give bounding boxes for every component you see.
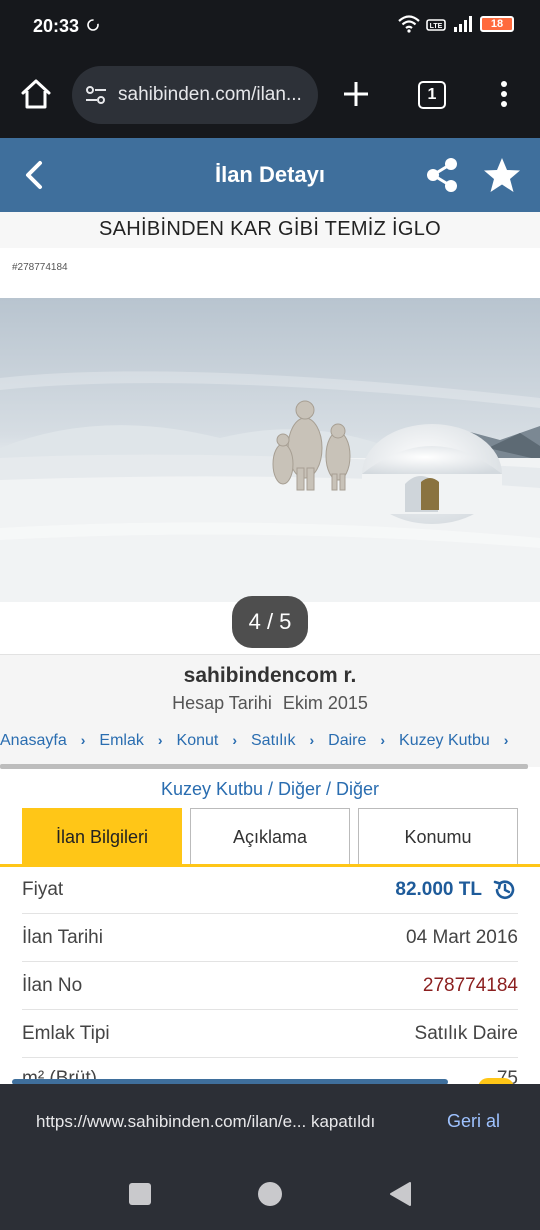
battery-icon: 18	[480, 16, 514, 32]
undo-button[interactable]: Geri al	[447, 1111, 500, 1132]
info-row-property-type: Emlak Tipi Satılık Daire	[22, 1010, 518, 1058]
snackbar: https://www.sahibinden.com/ilan/e... kap…	[0, 1084, 540, 1160]
signal-icon	[454, 16, 472, 32]
seller-name[interactable]: sahibindencom r.	[0, 664, 540, 688]
app-header: İlan Detayı	[0, 138, 540, 212]
share-icon[interactable]	[424, 156, 460, 194]
info-label: İlan No	[22, 975, 83, 996]
status-bar: 20:33 LTE 18	[0, 0, 540, 52]
browser-toolbar: sahibinden.com/ilan... 1	[0, 52, 540, 138]
breadcrumb-item-daire[interactable]: Daire	[328, 732, 366, 754]
igloo-photo-image	[0, 298, 540, 602]
info-row-price: Fiyat 82.000 TL	[22, 866, 518, 914]
info-value: 04 Mart 2016	[406, 927, 518, 948]
breadcrumb: Anasayfa › Emlak › Konut › Satılık › Dai…	[0, 732, 540, 754]
history-icon[interactable]	[492, 877, 518, 903]
recents-icon[interactable]	[129, 1183, 151, 1205]
chevron-right-icon: ›	[80, 732, 86, 748]
volte-icon: LTE	[426, 19, 446, 31]
tabs-icon[interactable]: 1	[418, 81, 446, 109]
photo-counter: 4 / 5	[232, 596, 308, 648]
price-value: 82.000 TL	[395, 879, 482, 900]
listing-photo[interactable]	[0, 298, 540, 602]
sync-icon	[87, 19, 99, 31]
status-icons: LTE 18	[398, 14, 514, 34]
plus-icon[interactable]	[340, 78, 372, 110]
account-since: Hesap Tarihi Ekim 2015	[0, 693, 540, 714]
breadcrumb-scrollbar[interactable]	[0, 764, 528, 769]
system-nav-bar	[0, 1160, 540, 1230]
screen: { "status_bar": { "time": "20:33", "batt…	[0, 0, 540, 1230]
home-nav-icon[interactable]	[258, 1182, 282, 1206]
info-value: Satılık Daire	[414, 1023, 518, 1044]
breadcrumb-item-emlak[interactable]: Emlak	[99, 732, 143, 754]
back-nav-icon[interactable]	[388, 1181, 412, 1207]
breadcrumb-item-konut[interactable]: Konut	[177, 732, 219, 754]
detail-tabs: İlan Bilgileri Açıklama Konumu	[22, 808, 518, 866]
chevron-right-icon: ›	[503, 732, 509, 748]
more-vert-icon[interactable]	[492, 78, 516, 110]
status-time: 20:33	[33, 16, 80, 36]
info-label: İlan Tarihi	[22, 927, 103, 948]
wifi-icon	[398, 15, 420, 33]
tab-aciklama[interactable]: Açıklama	[190, 808, 350, 866]
chevron-right-icon: ›	[380, 732, 386, 748]
url-text: sahibinden.com/ilan...	[118, 84, 302, 105]
account-since-label: Hesap Tarihi	[172, 693, 272, 713]
star-icon[interactable]	[482, 156, 522, 194]
breadcrumb-item-anasayfa[interactable]: Anasayfa	[0, 732, 67, 754]
breadcrumb-item-kuzey-kutbu[interactable]: Kuzey Kutbu	[399, 732, 490, 754]
listing-number-small: #278774184	[12, 262, 68, 273]
info-table: Fiyat 82.000 TL İlan Tarihi 04 Mart 2016…	[22, 866, 518, 1106]
info-label: Emlak Tipi	[22, 1023, 110, 1044]
svg-text:LTE: LTE	[430, 23, 443, 30]
back-icon[interactable]	[20, 160, 50, 190]
home-icon[interactable]	[18, 76, 54, 112]
breadcrumb-item-satilik[interactable]: Satılık	[251, 732, 295, 754]
battery-level: 18	[490, 18, 504, 30]
tab-konumu[interactable]: Konumu	[358, 808, 518, 866]
location-path[interactable]: Kuzey Kutbu / Diğer / Diğer	[0, 779, 540, 800]
info-row-listing-no: İlan No 278774184	[22, 962, 518, 1010]
tab-ilan-bilgileri[interactable]: İlan Bilgileri	[22, 808, 182, 866]
address-bar[interactable]: sahibinden.com/ilan...	[72, 66, 318, 124]
chevron-right-icon: ›	[232, 732, 237, 748]
chevron-right-icon: ›	[157, 732, 163, 748]
info-label: Fiyat	[22, 879, 64, 900]
chevron-right-icon: ›	[309, 732, 315, 748]
site-settings-icon[interactable]	[84, 83, 108, 107]
account-since-value: Ekim 2015	[282, 693, 368, 713]
snackbar-message: https://www.sahibinden.com/ilan/e... kap…	[36, 1112, 376, 1131]
listing-title: SAHİBİNDEN KAR GİBİ TEMİZ İGLO	[0, 212, 540, 248]
info-row-date: İlan Tarihi 04 Mart 2016	[22, 914, 518, 962]
listing-number: 278774184	[422, 975, 518, 996]
